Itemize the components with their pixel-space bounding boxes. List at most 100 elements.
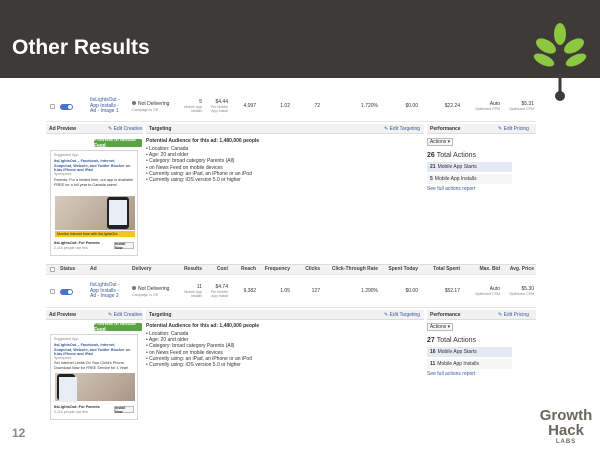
- metric-mobile-app-starts: 21 Mobile App Starts: [427, 162, 512, 172]
- col-frequency[interactable]: Frequency: [258, 265, 290, 274]
- col-reach[interactable]: Reach: [232, 265, 256, 274]
- col-ad[interactable]: Ad: [90, 265, 97, 274]
- actions-dropdown[interactable]: Actions ▾: [427, 138, 453, 146]
- preview-mobile-feed-button[interactable]: Preview in Mobile Feed: [94, 321, 142, 333]
- metric-mobile-app-installs: 11 Mobile App Installs: [427, 359, 512, 369]
- ad-footer-name: ItsLightsOut: For Parents: [54, 241, 100, 245]
- delivery-status: Not Delivering: [138, 101, 170, 108]
- ctr-value: 1.290%: [361, 287, 378, 294]
- col-cost[interactable]: Cost: [206, 265, 228, 274]
- see-full-actions-link[interactable]: See full actions report: [427, 371, 535, 377]
- ad-footer-name: ItsLightsOut: For Parents: [54, 405, 100, 409]
- total-actions: 27 Total Actions: [427, 337, 477, 344]
- delivery-status: Not Delivering: [138, 286, 170, 293]
- ad-banner: Monitor internet time with ItsLightsOut: [55, 231, 135, 237]
- clicks-value: 72: [314, 102, 320, 109]
- edit-targeting-link[interactable]: ✎ Edit Targeting: [384, 310, 420, 320]
- phone-mockup-icon: [107, 197, 129, 229]
- suggested-app-label: Suggested App: [54, 153, 79, 157]
- ad-text: Parents: For a limited time, our app is …: [54, 178, 134, 187]
- col-delivery[interactable]: Delivery: [132, 265, 151, 274]
- performance-summary: Actions ▾ 27 Total Actions 16 Mobile App …: [427, 323, 535, 377]
- avg-price-sub: Optimized CPM: [508, 292, 534, 297]
- targeting-summary: Potential Audience for this ad: 1,480,00…: [146, 323, 421, 368]
- ad-footer-sub: 2,116 people use this: [54, 246, 88, 250]
- clicks-value: 127: [311, 287, 320, 294]
- edit-targeting-link[interactable]: ✎ Edit Targeting: [384, 124, 420, 134]
- edit-pricing-link[interactable]: ✎ Edit Pricing: [498, 310, 529, 320]
- audience-size: Potential Audience for this ad: 1,480,00…: [146, 323, 260, 329]
- ctr-value: 1.720%: [361, 102, 378, 109]
- see-full-actions-link[interactable]: See full actions report: [427, 186, 535, 192]
- col-ctr[interactable]: Click-Through Rate: [324, 265, 378, 274]
- ad-name-link[interactable]: ItsLightsOut - App Installs - Ad - Image…: [90, 92, 124, 121]
- row-checkbox[interactable]: [50, 104, 55, 109]
- suggested-app-label: Suggested App: [54, 337, 79, 341]
- max-bid-sub: Optimized CPM: [474, 292, 500, 297]
- audience-size: Potential Audience for this ad: 1,480,00…: [146, 138, 260, 144]
- spent-today-value: $0.00: [405, 102, 418, 109]
- sprout-logo-icon: [533, 23, 587, 101]
- ad-headline[interactable]: ItsLightsOut – Facebook, Internet, Snapc…: [54, 343, 134, 357]
- total-spent-value: $52.17: [444, 287, 460, 294]
- col-spent-today[interactable]: Spent Today: [382, 265, 418, 274]
- ad-name-link[interactable]: ItsLightsOut - App Installs - Ad - Image…: [90, 276, 124, 307]
- status-toggle[interactable]: [60, 288, 73, 295]
- install-now-button[interactable]: Install Now: [114, 406, 134, 414]
- table-header: Status Ad Delivery Results Cost Reach Fr…: [46, 264, 536, 275]
- ad-preview-card: Suggested App ItsLightsOut – Facebook, I…: [50, 150, 138, 256]
- col-max-bid[interactable]: Max. Bid: [466, 265, 500, 274]
- cost-sub: Per Mobile App Install: [210, 290, 228, 299]
- targeting-item: Currently using: iOS version 5.0 or high…: [146, 362, 421, 368]
- col-total-spent[interactable]: Total Spent: [424, 265, 460, 274]
- max-bid-sub: Optimized CPM: [474, 107, 500, 112]
- install-now-button[interactable]: Install Now: [114, 242, 134, 250]
- edit-creative-link[interactable]: ✎ Edit Creative: [108, 124, 142, 134]
- ad-headline[interactable]: ItsLightsOut – Facebook, Internet, Snapc…: [54, 159, 134, 173]
- col-status[interactable]: Status: [60, 265, 75, 274]
- frequency-value: 1.05: [280, 287, 290, 294]
- col-avg-price[interactable]: Avg. Price: [502, 265, 534, 274]
- spent-today-value: $0.00: [405, 287, 418, 294]
- table-row[interactable]: ItsLightsOut - App Installs - Ad - Image…: [46, 92, 536, 122]
- select-all-checkbox[interactable]: [50, 267, 55, 272]
- edit-pricing-link[interactable]: ✎ Edit Pricing: [498, 124, 529, 134]
- slide-title: Other Results: [12, 36, 150, 59]
- total-actions: 26 Total Actions: [427, 152, 477, 159]
- results-sub: Mobile App Installs: [184, 290, 202, 299]
- phone-mockup-icon: [57, 374, 77, 402]
- status-toggle[interactable]: [60, 103, 73, 110]
- results-sub: Mobile App Installs: [184, 105, 202, 114]
- slide-header: Other Results: [0, 0, 600, 78]
- targeting-summary: Potential Audience for this ad: 1,480,00…: [146, 138, 421, 183]
- growth-hack-labs-logo: Growth Hack LABS: [539, 407, 593, 445]
- preview-mobile-feed-button[interactable]: Preview in Mobile Feed: [94, 137, 142, 149]
- col-clicks[interactable]: Clicks: [296, 265, 320, 274]
- performance-summary: Actions ▾ 26 Total Actions 21 Mobile App …: [427, 138, 535, 192]
- targeting-heading: Targeting: [146, 124, 424, 134]
- delivery-sub: Campaign is Off: [132, 292, 158, 297]
- delivery-status-icon: [132, 101, 136, 106]
- metric-mobile-app-starts: 16 Mobile App Starts: [427, 347, 512, 357]
- metric-mobile-app-installs: 5 Mobile App Installs: [427, 174, 512, 184]
- total-spent-value: $22.24: [444, 102, 460, 109]
- actions-dropdown[interactable]: Actions ▾: [427, 323, 453, 331]
- targeting-heading: Targeting: [146, 310, 424, 320]
- table-row[interactable]: ItsLightsOut - App Installs - Ad - Image…: [46, 276, 536, 308]
- targeting-item: Currently using: iOS version 5.0 or high…: [146, 177, 421, 183]
- delivery-status-icon: [132, 286, 136, 291]
- ad-preview-card: Suggested App ItsLightsOut – Facebook, I…: [50, 334, 138, 420]
- reach-value: 9,382: [243, 287, 256, 294]
- col-results[interactable]: Results: [174, 265, 202, 274]
- ad-footer-sub: 2,116 people use this: [54, 410, 88, 414]
- avg-price-sub: Optimized CPM: [508, 107, 534, 112]
- ad-details-panel: Ad Preview ✎ Edit Creative Targeting ✎ E…: [46, 124, 536, 259]
- reach-value: 4,097: [243, 102, 256, 109]
- cost-sub: Per Mobile App Install: [210, 105, 228, 114]
- edit-creative-link[interactable]: ✎ Edit Creative: [108, 310, 142, 320]
- ad-text: Set Internet Limits On Your Child's Phon…: [54, 361, 129, 370]
- row-checkbox[interactable]: [50, 289, 55, 294]
- ads-manager-table: ItsLightsOut - App Installs - Ad - Image…: [46, 92, 536, 422]
- frequency-value: 1.02: [280, 102, 290, 109]
- sponsored-label: Sponsored: [54, 356, 72, 360]
